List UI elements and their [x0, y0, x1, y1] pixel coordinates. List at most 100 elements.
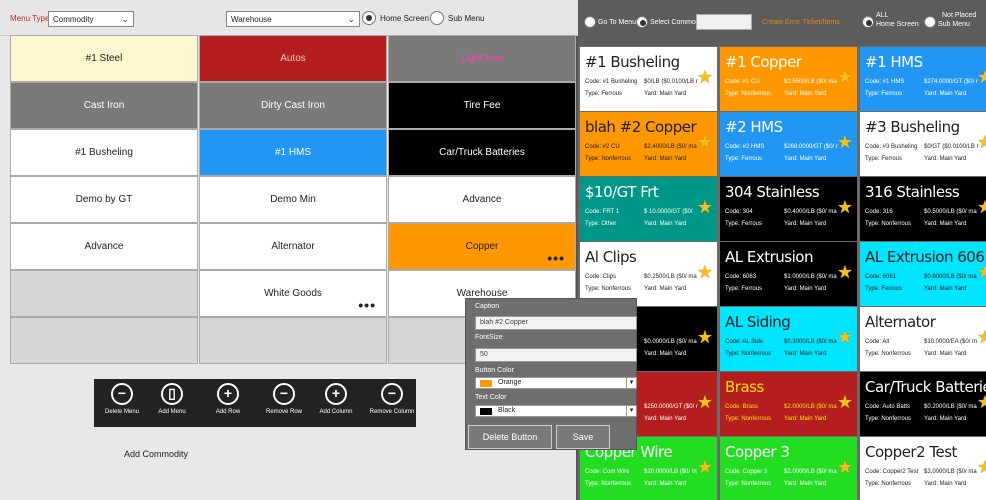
- delete-button[interactable]: Delete Button: [468, 425, 552, 449]
- card-price: $20.0000/LB ($0/ m: [644, 469, 697, 475]
- favorite-star-icon[interactable]: ★: [837, 457, 853, 478]
- commodity-card[interactable]: #2 HMS Code: #2 HMS $268.0000/GT ($0/ r Typ…: [720, 112, 857, 176]
- not-placed-radio[interactable]: [924, 16, 936, 28]
- menu-grid-cell[interactable]: Demo by GT: [10, 176, 198, 223]
- favorite-star-icon[interactable]: ★: [837, 197, 853, 218]
- commodity-card[interactable]: Al Clips Code: Clips $0.2500/LB ($0/ ma Typ…: [580, 242, 717, 306]
- caption-input[interactable]: blah #2 Copper: [475, 316, 637, 330]
- commodity-card[interactable]: 316 Stainless Code: 316 $0.5000/LB ($0/ ma…: [860, 177, 986, 241]
- card-price: $0/LB ($0.0100/LB r: [644, 79, 698, 85]
- favorite-star-icon[interactable]: ★: [977, 457, 986, 478]
- button-color-swatch: [480, 380, 492, 387]
- home-screen-radio[interactable]: [362, 11, 376, 25]
- menu-grid-cell[interactable]: Alternator: [199, 223, 387, 270]
- favorite-star-icon[interactable]: ★: [977, 67, 986, 88]
- menu-grid-cell[interactable]: [10, 317, 198, 364]
- commodity-card[interactable]: #3 Busheling Code: #3 Busheling $0/GT ($0.…: [860, 112, 986, 176]
- menu-grid-cell[interactable]: Light Iron: [388, 35, 576, 82]
- card-code: Code: #3 Busheling: [865, 144, 918, 150]
- favorite-star-icon[interactable]: ★: [697, 262, 713, 283]
- chevron-down-icon: ▾: [626, 378, 636, 388]
- commodity-browser-topbar: Go To Menu Select Commodity: Create Erro…: [578, 0, 986, 46]
- favorite-star-icon[interactable]: ★: [837, 132, 853, 153]
- commodity-card[interactable]: #1 Copper Code: #1 CU $2.5500/LB ($0/ ma Ty…: [720, 47, 857, 111]
- favorite-star-icon[interactable]: ★: [837, 327, 853, 348]
- text-color-select[interactable]: Black ▾: [475, 405, 637, 417]
- delete-menu-button[interactable]: − Delete Menu: [94, 383, 150, 415]
- favorite-star-icon[interactable]: ★: [697, 197, 713, 218]
- menu-grid-cell[interactable]: #1 Busheling: [10, 129, 198, 176]
- favorite-star-icon[interactable]: ★: [977, 197, 986, 218]
- add-row-button[interactable]: + Add Row: [200, 383, 256, 415]
- card-title: Al Clips: [585, 248, 637, 266]
- all-radio[interactable]: [862, 16, 874, 28]
- menu-grid-cell[interactable]: Demo Min: [199, 176, 387, 223]
- card-code: Code: 6061: [865, 274, 897, 280]
- menu-grid-cell[interactable]: Cast Iron: [10, 82, 198, 129]
- remove-row-button[interactable]: − Remove Row: [256, 383, 312, 415]
- menu-grid-cell[interactable]: Tire Fee: [388, 82, 576, 129]
- card-yard: Yard: Main Yard: [784, 416, 827, 422]
- menu-grid-cell[interactable]: Advance: [10, 223, 198, 270]
- favorite-star-icon[interactable]: ★: [697, 67, 713, 88]
- favorite-star-icon[interactable]: ★: [977, 392, 986, 413]
- menu-grid-cell-label: Advance: [84, 241, 124, 252]
- button-color-value: Orange: [498, 379, 522, 386]
- add-commodity-link[interactable]: Add Commodity: [124, 449, 188, 459]
- commodity-card[interactable]: $10/GT Frt Code: FRT 1 $ 10.0000/GT ($0/ T…: [580, 177, 717, 241]
- commodity-card[interactable]: #1 Busheling Code: #1 Busheling $0/LB ($0.…: [580, 47, 717, 111]
- menu-grid-cell[interactable]: #1 HMS: [199, 129, 387, 176]
- favorite-star-icon[interactable]: ★: [697, 457, 713, 478]
- go-to-menu-radio[interactable]: [584, 16, 596, 28]
- add-menu-button[interactable]: ▯ Add Menu: [144, 383, 200, 415]
- add-column-button[interactable]: + Add Column: [308, 383, 364, 415]
- button-color-select[interactable]: Orange ▾: [475, 377, 637, 389]
- save-button[interactable]: Save: [556, 425, 610, 449]
- favorite-star-icon[interactable]: ★: [697, 392, 713, 413]
- commodity-card[interactable]: #1 HMS Code: #1 HMS $274.0000/GT ($0/ r Typ…: [860, 47, 986, 111]
- menu-grid-cell[interactable]: #1 Steel: [10, 35, 198, 82]
- commodity-card[interactable]: Alternator Code: Alt $10.0000/EA ($0/ m Typ…: [860, 307, 986, 371]
- select-commodity-input[interactable]: [696, 14, 752, 30]
- create-error-ticket-label[interactable]: Create Error Ticket/Items: [762, 19, 840, 26]
- commodity-card[interactable]: Copper 3 Code: Copper 3 $2.0000/LB ($0/ ma…: [720, 437, 857, 500]
- commodity-card[interactable]: Car/Truck Batteries Code: Auto Batts $0.20…: [860, 372, 986, 436]
- menu-grid-cell[interactable]: Dirty Cast Iron: [199, 82, 387, 129]
- location-select[interactable]: Warehouse ⌄: [226, 11, 360, 27]
- menu-grid-cell-label: Car/Truck Batteries: [439, 147, 525, 158]
- select-commodity-radio[interactable]: [636, 16, 648, 28]
- favorite-star-icon[interactable]: ★: [977, 327, 986, 348]
- commodity-card[interactable]: 304 Stainless Code: 304 $0.4000/LB ($0/ ma…: [720, 177, 857, 241]
- card-code: Code: Auto Batts: [865, 404, 911, 410]
- fontsize-input[interactable]: 50: [475, 348, 637, 362]
- menu-grid-cell[interactable]: [10, 270, 198, 317]
- fontsize-value: 50: [480, 351, 488, 358]
- favorite-star-icon[interactable]: ★: [837, 392, 853, 413]
- sub-menu-radio[interactable]: [430, 11, 444, 25]
- favorite-star-icon[interactable]: ★: [837, 67, 853, 88]
- favorite-star-icon[interactable]: ★: [697, 327, 713, 348]
- menu-type-select[interactable]: Commodity ⌄: [48, 11, 134, 27]
- menu-grid-cell[interactable]: White Goods •••: [199, 270, 387, 317]
- document-icon: ▯: [161, 383, 183, 405]
- menu-grid-cell[interactable]: Car/Truck Batteries: [388, 129, 576, 176]
- more-options-icon[interactable]: •••: [358, 298, 376, 312]
- commodity-card[interactable]: blah #2 Copper Code: #2 CU $2.4000/LB ($0/…: [580, 112, 717, 176]
- commodity-card[interactable]: AL Extrusion Code: 6063 $1.0000/LB ($0/ ma…: [720, 242, 857, 306]
- card-type: Type: Nonferrous: [725, 416, 772, 422]
- commodity-card[interactable]: Copper2 Test Code: Copper2 Test $3.0000/LB…: [860, 437, 986, 500]
- favorite-star-icon[interactable]: ★: [837, 262, 853, 283]
- menu-grid-cell[interactable]: Autos: [199, 35, 387, 82]
- menu-grid-cell[interactable]: [199, 317, 387, 364]
- favorite-star-icon[interactable]: ★: [977, 262, 986, 283]
- commodity-card[interactable]: AL Extrusion 6061 Code: 6061 $0.6000/LB ($…: [860, 242, 986, 306]
- menu-grid-cell[interactable]: Advance: [388, 176, 576, 223]
- more-options-icon[interactable]: •••: [547, 251, 565, 265]
- commodity-card[interactable]: AL Siding Code: AL Side $0.3000/LB ($0/ ma…: [720, 307, 857, 371]
- favorite-star-icon[interactable]: ★: [697, 132, 713, 153]
- remove-column-button[interactable]: − Remove Column: [364, 383, 420, 415]
- commodity-card[interactable]: Brass Code: Brass $2.0000/LB ($0/ ma Type: …: [720, 372, 857, 436]
- card-price: $2.0000/LB ($0/ ma: [784, 469, 837, 475]
- favorite-star-icon[interactable]: ★: [977, 132, 986, 153]
- menu-grid-cell[interactable]: Copper •••: [388, 223, 576, 270]
